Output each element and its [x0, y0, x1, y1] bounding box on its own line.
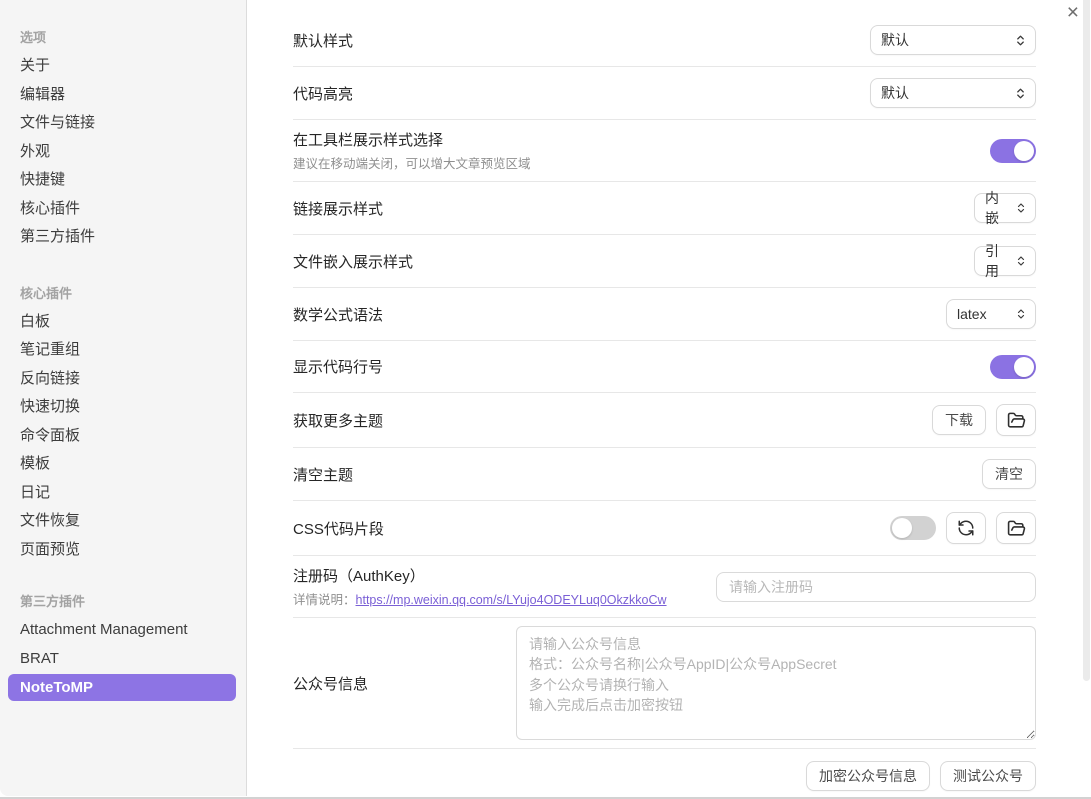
folder-open-icon — [1007, 411, 1026, 430]
chevrons-up-down-icon — [1014, 34, 1027, 47]
sidebar-item-appearance[interactable]: 外观 — [20, 138, 236, 167]
authkey-input[interactable] — [716, 572, 1036, 602]
sidebar-section-header-options: 选项 — [20, 24, 236, 52]
sidebar-item-hotkeys[interactable]: 快捷键 — [20, 166, 236, 195]
setting-label: 数学公式语法 — [293, 304, 383, 325]
setting-row-file-embed-style: 文件嵌入展示样式 引用 — [293, 235, 1036, 288]
setting-row-auth-key: 注册码（AuthKey） 详情说明：https://mp.weixin.qq.c… — [293, 556, 1036, 618]
setting-label: 默认样式 — [293, 30, 353, 51]
clear-theme-button[interactable]: 清空 — [982, 459, 1036, 489]
settings-modal: 选项 关于 编辑器 文件与链接 外观 快捷键 核心插件 第三方插件 核心插件 白… — [0, 0, 1091, 799]
setting-label: 代码高亮 — [293, 83, 353, 104]
code-line-number-toggle[interactable] — [990, 355, 1036, 379]
sidebar-item-quick-switcher[interactable]: 快速切换 — [20, 393, 236, 422]
toolbar-style-toggle[interactable] — [990, 139, 1036, 163]
select-value: 默认 — [881, 30, 909, 50]
sidebar-item-page-preview[interactable]: 页面预览 — [20, 536, 236, 565]
encrypt-mp-info-button[interactable]: 加密公众号信息 — [806, 761, 930, 791]
setting-description: 详情说明：https://mp.weixin.qq.com/s/LYujo4OD… — [293, 589, 667, 608]
chevrons-up-down-icon — [1015, 202, 1027, 214]
sidebar-item-attachment-management[interactable]: Attachment Management — [20, 616, 236, 645]
test-mp-button[interactable]: 测试公众号 — [940, 761, 1036, 791]
sidebar-section-header-core: 核心插件 — [20, 280, 236, 308]
setting-row-more-themes: 获取更多主题 下载 — [293, 393, 1036, 448]
sidebar-item-about[interactable]: 关于 — [20, 52, 236, 81]
math-syntax-select[interactable]: latex — [946, 299, 1036, 329]
select-value: 默认 — [881, 83, 909, 103]
select-value: 引用 — [985, 241, 1011, 281]
select-value: 内嵌 — [985, 188, 1011, 228]
file-embed-style-select[interactable]: 引用 — [974, 246, 1036, 276]
setting-label: 文件嵌入展示样式 — [293, 251, 413, 272]
chevrons-up-down-icon — [1015, 255, 1027, 267]
link-style-select[interactable]: 内嵌 — [974, 193, 1036, 223]
sidebar-item-editor[interactable]: 编辑器 — [20, 81, 236, 110]
css-snippet-toggle[interactable] — [890, 516, 936, 540]
setting-row-css-snippet: CSS代码片段 — [293, 501, 1036, 556]
toggle-knob — [1014, 357, 1034, 377]
setting-label: 在工具栏展示样式选择 — [293, 129, 531, 150]
open-theme-folder-button[interactable] — [996, 404, 1036, 436]
refresh-icon — [957, 519, 975, 537]
sidebar-item-core-plugins[interactable]: 核心插件 — [20, 195, 236, 224]
setting-row-code-line-number: 显示代码行号 — [293, 341, 1036, 393]
sidebar-item-files-links[interactable]: 文件与链接 — [20, 109, 236, 138]
settings-content: 默认样式 默认 代码高亮 默认 在工具栏展示样式选择 建议在移动端关闭，可以增大… — [248, 0, 1091, 797]
sidebar-item-brat[interactable]: BRAT — [20, 645, 236, 674]
sidebar-item-notetomp[interactable]: NoteToMP — [8, 674, 236, 701]
sidebar-item-canvas[interactable]: 白板 — [20, 308, 236, 337]
setting-row-math-syntax: 数学公式语法 latex — [293, 288, 1036, 341]
toggle-knob — [1014, 141, 1034, 161]
setting-row-default-style: 默认样式 默认 — [293, 14, 1036, 67]
sidebar-item-command-palette[interactable]: 命令面板 — [20, 422, 236, 451]
setting-label: 链接展示样式 — [293, 198, 383, 219]
chevrons-up-down-icon — [1015, 308, 1027, 320]
code-highlight-select[interactable]: 默认 — [870, 78, 1036, 108]
setting-label: 获取更多主题 — [293, 410, 383, 431]
open-snippet-folder-button[interactable] — [996, 512, 1036, 544]
setting-row-toolbar-style: 在工具栏展示样式选择 建议在移动端关闭，可以增大文章预览区域 — [293, 120, 1036, 182]
chevrons-up-down-icon — [1014, 87, 1027, 100]
setting-label: 公众号信息 — [293, 673, 368, 694]
sidebar-item-community-plugins[interactable]: 第三方插件 — [20, 223, 236, 252]
setting-label: 显示代码行号 — [293, 356, 383, 377]
scrollbar-thumb[interactable] — [1083, 0, 1090, 681]
sidebar-item-templates[interactable]: 模板 — [20, 450, 236, 479]
toggle-knob — [892, 518, 912, 538]
select-value: latex — [957, 306, 987, 322]
setting-row-mp-info: 公众号信息 — [293, 618, 1036, 749]
setting-label: 注册码（AuthKey） — [293, 565, 667, 586]
setting-row-clear-theme: 清空主题 清空 — [293, 448, 1036, 501]
sidebar-item-backlinks[interactable]: 反向链接 — [20, 365, 236, 394]
sidebar-section-header-community: 第三方插件 — [20, 588, 236, 616]
setting-label: 清空主题 — [293, 464, 353, 485]
footer-actions: 加密公众号信息 测试公众号 — [293, 749, 1036, 799]
authkey-help-link[interactable]: https://mp.weixin.qq.com/s/LYujo4ODEYLuq… — [356, 593, 667, 607]
folder-open-icon — [1007, 519, 1026, 538]
mp-info-textarea[interactable] — [516, 626, 1036, 740]
desc-prefix: 详情说明： — [293, 593, 356, 607]
download-theme-button[interactable]: 下载 — [932, 405, 986, 435]
settings-sidebar: 选项 关于 编辑器 文件与链接 外观 快捷键 核心插件 第三方插件 核心插件 白… — [0, 0, 247, 796]
sidebar-item-file-recovery[interactable]: 文件恢复 — [20, 507, 236, 536]
close-icon[interactable]: × — [1067, 2, 1079, 23]
sidebar-item-note-composer[interactable]: 笔记重组 — [20, 336, 236, 365]
setting-label: CSS代码片段 — [293, 518, 384, 539]
setting-row-link-style: 链接展示样式 内嵌 — [293, 182, 1036, 235]
refresh-snippet-button[interactable] — [946, 512, 986, 544]
sidebar-item-daily-notes[interactable]: 日记 — [20, 479, 236, 508]
setting-description: 建议在移动端关闭，可以增大文章预览区域 — [293, 153, 531, 172]
setting-row-code-highlight: 代码高亮 默认 — [293, 67, 1036, 120]
default-style-select[interactable]: 默认 — [870, 25, 1036, 55]
